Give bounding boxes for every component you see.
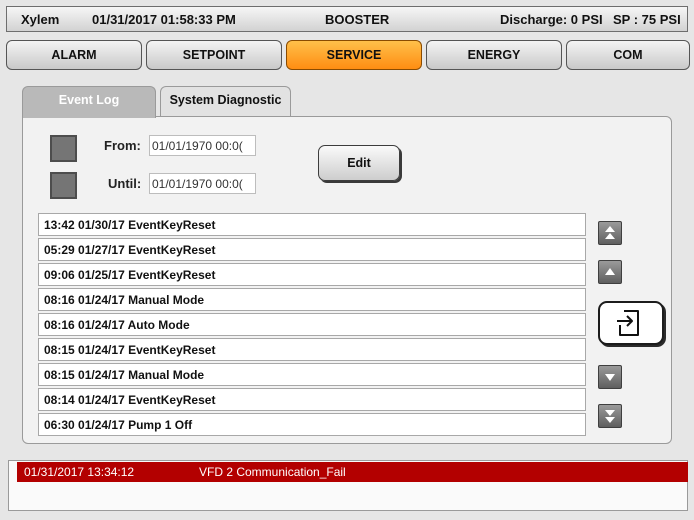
- scroll-up-button[interactable]: [598, 260, 622, 284]
- triangle-down-icon: [605, 374, 615, 381]
- screen-title: BOOSTER: [325, 12, 390, 27]
- from-date-field[interactable]: [149, 135, 256, 156]
- menu-service-button[interactable]: SERVICE: [286, 40, 422, 70]
- edit-button[interactable]: Edit: [318, 145, 400, 181]
- export-button[interactable]: [598, 301, 664, 345]
- event-row[interactable]: 08:15 01/24/17 Manual Mode: [38, 363, 586, 386]
- until-indicator: [50, 172, 77, 199]
- triangle-up-icon: [605, 268, 615, 275]
- alarm-time: 01/31/2017 13:34:12: [24, 465, 135, 479]
- double-chevron-down-icon: [605, 410, 615, 423]
- menu-setpoint-button[interactable]: SETPOINT: [146, 40, 282, 70]
- event-log-panel: From: Until: Edit 13:42 01/30/17 EventKe…: [22, 116, 672, 444]
- event-row[interactable]: 08:16 01/24/17 Auto Mode: [38, 313, 586, 336]
- event-row[interactable]: 09:06 01/25/17 EventKeyReset: [38, 263, 586, 286]
- from-label: From:: [104, 138, 141, 153]
- tab-event-log[interactable]: Event Log: [22, 86, 156, 118]
- scroll-down-button[interactable]: [598, 365, 622, 389]
- event-row[interactable]: 08:16 01/24/17 Manual Mode: [38, 288, 586, 311]
- event-row[interactable]: 08:14 01/24/17 EventKeyReset: [38, 388, 586, 411]
- event-row[interactable]: 08:15 01/24/17 EventKeyReset: [38, 338, 586, 361]
- scroll-last-button[interactable]: [598, 404, 622, 428]
- menu-energy-button[interactable]: ENERGY: [426, 40, 562, 70]
- main-menu: ALARM SETPOINT SERVICE ENERGY COM: [6, 40, 690, 70]
- until-label: Until:: [108, 176, 142, 191]
- alarm-message: VFD 2 Communication_Fail: [199, 465, 346, 479]
- scroll-first-button[interactable]: [598, 221, 622, 245]
- alarm-banner: 01/31/2017 13:34:12 VFD 2 Communication_…: [8, 460, 688, 511]
- event-row[interactable]: 05:29 01/27/17 EventKeyReset: [38, 238, 586, 261]
- from-indicator: [50, 135, 77, 162]
- menu-alarm-button[interactable]: ALARM: [6, 40, 142, 70]
- event-row[interactable]: 06:30 01/24/17 Pump 1 Off: [38, 413, 586, 436]
- event-row[interactable]: 13:42 01/30/17 EventKeyReset: [38, 213, 586, 236]
- double-chevron-up-icon: [605, 226, 615, 239]
- brand-label: Xylem: [21, 12, 60, 27]
- tab-system-diagnostic[interactable]: System Diagnostic: [160, 86, 291, 118]
- until-date-field[interactable]: [149, 173, 256, 194]
- export-document-icon: [617, 310, 639, 336]
- alarm-row[interactable]: 01/31/2017 13:34:12 VFD 2 Communication_…: [17, 462, 688, 482]
- discharge-pressure: Discharge: 0 PSI: [500, 12, 603, 27]
- menu-com-button[interactable]: COM: [566, 40, 690, 70]
- status-bar: Xylem 01/31/2017 01:58:33 PM BOOSTER Dis…: [6, 6, 688, 32]
- setpoint-pressure: SP : 75 PSI: [613, 12, 681, 27]
- current-datetime: 01/31/2017 01:58:33 PM: [92, 12, 236, 27]
